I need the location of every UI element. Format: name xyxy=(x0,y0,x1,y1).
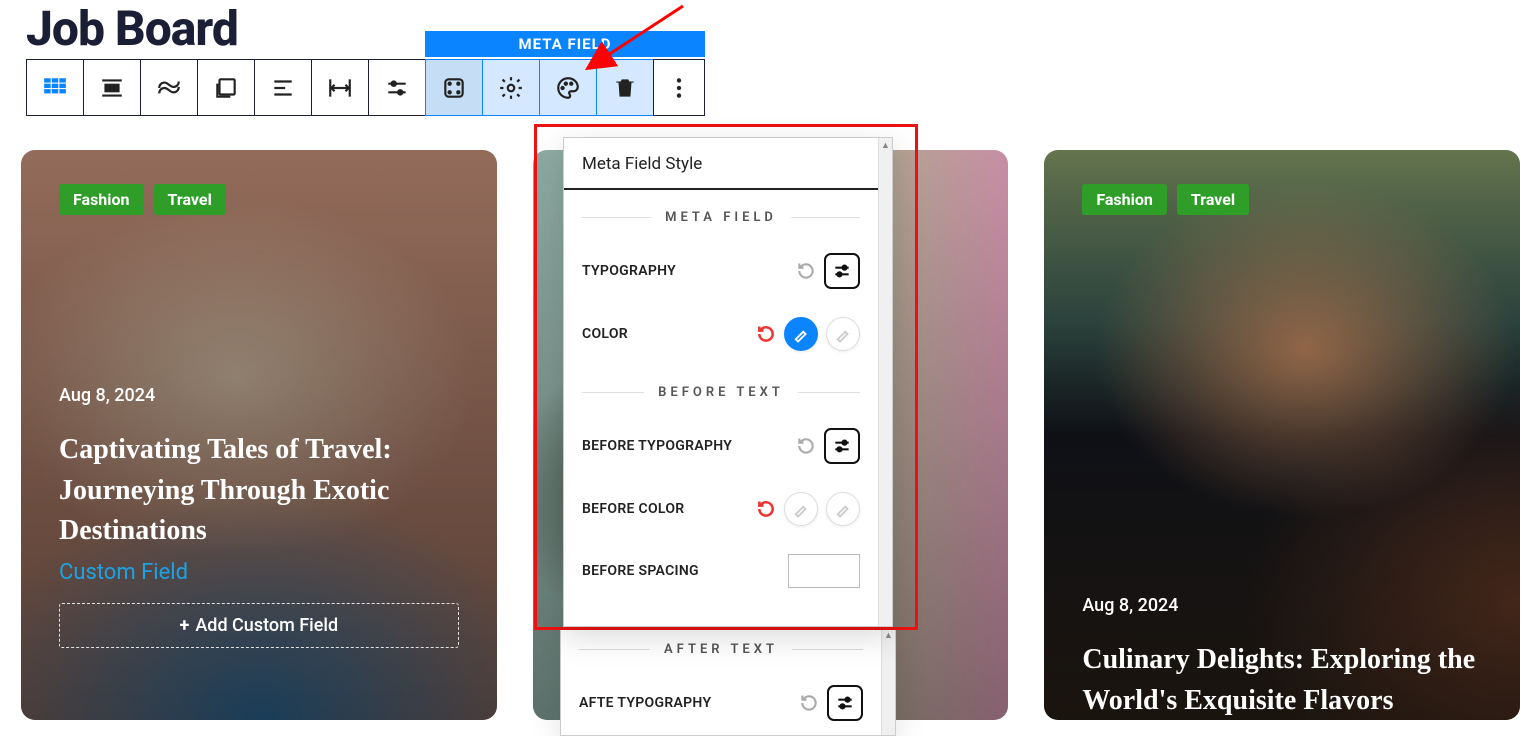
color-swatch-hover[interactable] xyxy=(826,317,860,351)
loop-icon-button[interactable] xyxy=(140,59,198,116)
row-label: COLOR xyxy=(582,326,628,342)
tag-fashion[interactable]: Fashion xyxy=(1082,184,1167,215)
before-spacing-input[interactable] xyxy=(788,554,860,588)
tag-travel[interactable]: Travel xyxy=(1177,184,1249,215)
panel-section-before-text: BEFORE TEXT xyxy=(564,365,878,414)
tag-list: Fashion Travel xyxy=(59,184,459,215)
reset-icon[interactable] xyxy=(796,436,816,456)
row-before-spacing: BEFORE SPACING xyxy=(564,540,878,602)
post-headline: Culinary Delights: Exploring the World's… xyxy=(1082,640,1482,720)
custom-field-text[interactable]: Custom Field xyxy=(59,560,188,585)
panel-title: Meta Field Style xyxy=(564,138,878,190)
meta-style-panel-continued: AFTER TEXT AFTE TYPOGRAPHY xyxy=(560,628,896,736)
row-before-typography: BEFORE TYPOGRAPHY xyxy=(564,414,878,478)
post-headline: Captivating Tales of Travel: Journeying … xyxy=(59,430,459,552)
typography-edit-button[interactable] xyxy=(827,685,863,721)
typography-edit-button[interactable] xyxy=(824,428,860,464)
post-card: Fashion Travel Aug 8, 2024 Culinary Deli… xyxy=(1044,150,1520,720)
tag-list: Fashion Travel xyxy=(1082,184,1482,215)
color-swatch-normal[interactable] xyxy=(784,317,818,351)
row-label: TYPOGRAPHY xyxy=(582,263,676,279)
panel-section-after-text: AFTER TEXT xyxy=(561,628,881,671)
row-typography: TYPOGRAPHY xyxy=(564,239,878,303)
settings-gear-button[interactable] xyxy=(482,59,540,116)
typography-edit-button[interactable] xyxy=(824,253,860,289)
width-button[interactable] xyxy=(311,59,369,116)
meta-box-button[interactable] xyxy=(425,59,483,116)
align-button[interactable] xyxy=(83,59,141,116)
add-custom-field-button[interactable]: +Add Custom Field xyxy=(59,603,459,648)
panel-scrollbar[interactable] xyxy=(878,138,892,626)
sliders-button[interactable] xyxy=(368,59,426,116)
annotation-arrow-icon xyxy=(573,0,693,70)
row-label: BEFORE SPACING xyxy=(582,563,699,579)
row-before-color: BEFORE COLOR xyxy=(564,478,878,540)
post-date: Aug 8, 2024 xyxy=(1082,595,1482,616)
color-swatch-hover[interactable] xyxy=(826,492,860,526)
row-label: BEFORE COLOR xyxy=(582,501,684,517)
color-swatch-normal[interactable] xyxy=(784,492,818,526)
reset-icon[interactable] xyxy=(756,324,776,344)
page-title: Job Board xyxy=(26,0,238,57)
tag-fashion[interactable]: Fashion xyxy=(59,184,144,215)
reset-icon[interactable] xyxy=(796,261,816,281)
panel-scrollbar[interactable] xyxy=(881,628,895,735)
row-label: AFTE TYPOGRAPHY xyxy=(579,695,711,711)
annotation-highlight-box: Meta Field Style META FIELD TYPOGRAPHY C… xyxy=(534,124,918,630)
tag-travel[interactable]: Travel xyxy=(154,184,226,215)
text-align-button[interactable] xyxy=(254,59,312,116)
reset-icon[interactable] xyxy=(799,693,819,713)
row-color: COLOR xyxy=(564,303,878,365)
meta-style-panel: Meta Field Style META FIELD TYPOGRAPHY C… xyxy=(563,137,893,627)
post-date: Aug 8, 2024 xyxy=(59,385,459,406)
panel-section-meta-field: META FIELD xyxy=(564,190,878,239)
row-label: BEFORE TYPOGRAPHY xyxy=(582,438,732,454)
post-card: Fashion Travel Aug 8, 2024 Captivating T… xyxy=(21,150,497,720)
reset-icon[interactable] xyxy=(756,499,776,519)
row-after-typography: AFTE TYPOGRAPHY xyxy=(561,671,881,735)
grid-layout-button[interactable] xyxy=(26,59,84,116)
cards-icon-button[interactable] xyxy=(197,59,255,116)
